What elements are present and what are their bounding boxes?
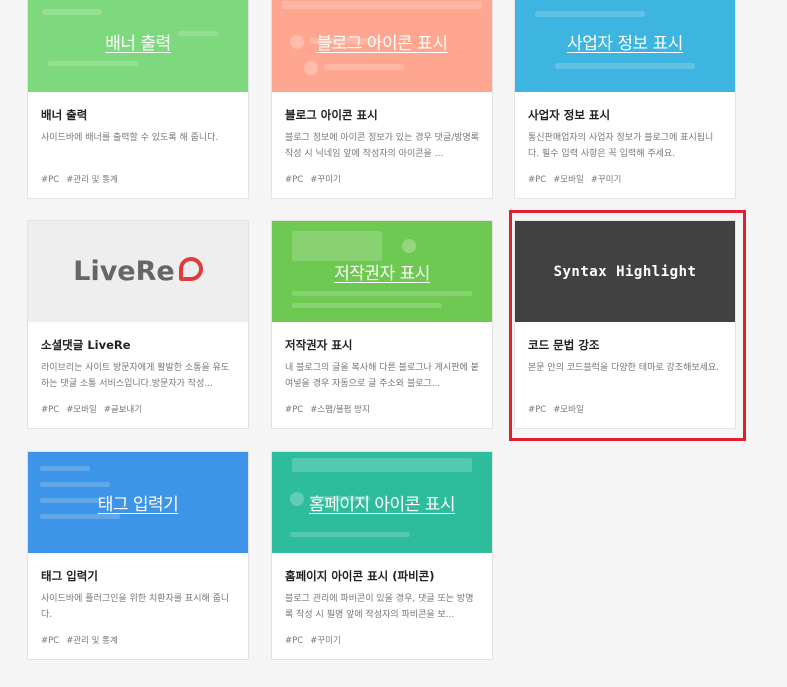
tag[interactable]: #PC (41, 405, 59, 415)
plugin-card-tag-input[interactable]: 태그 입력기 태그 입력기 사이드바에 플러그인을 위한 치환자를 표시해 줍니… (27, 451, 249, 660)
card-thumbnail: 저작권자 표시 (272, 221, 492, 322)
card-description: 사이드바에 배너를 출력할 수 있도록 해 줍니다. (41, 133, 219, 143)
card-title: 코드 문법 강조 (528, 338, 600, 352)
tag[interactable]: #관리 및 통계 (66, 636, 118, 646)
thumbnail-label: 배너 출력 (105, 34, 171, 54)
card-thumbnail: 배너 출력 (28, 0, 248, 92)
thumbnail-label: 사업자 정보 표시 (567, 34, 683, 54)
livere-logo: LiveRe (73, 256, 203, 287)
card-description: 통신판매업자의 사업자 정보가 블로그에 표시됩니다. 필수 입력 사항은 꼭 … (528, 133, 714, 159)
card-title: 저작권자 표시 (285, 338, 353, 352)
card-thumbnail: Syntax Highlight (515, 221, 735, 322)
card-description: 본문 안의 코드블럭을 다양한 테마로 강조해보세요. (528, 363, 720, 373)
card-title: 홈페이지 아이콘 표시 (파비콘) (285, 569, 435, 583)
tag[interactable]: #모바일 (553, 405, 584, 415)
thumbnail-label: 홈페이지 아이콘 표시 (308, 495, 456, 515)
card-tags: #PC #관리 및 통계 (41, 173, 125, 185)
card-thumbnail: 사업자 정보 표시 (515, 0, 735, 92)
plugin-card-syntax-highlight[interactable]: Syntax Highlight 코드 문법 강조 본문 안의 코드블럭을 다양… (514, 220, 736, 429)
thumbnail-label: 저작권자 표시 (334, 264, 430, 284)
livere-logo-text: LiveRe (73, 256, 175, 287)
plugin-card-copyright[interactable]: 저작권자 표시 저작권자 표시 내 블로그의 글을 복사해 다른 블로그나 게시… (271, 220, 493, 429)
tag[interactable]: #모바일 (553, 175, 584, 185)
card-title: 배너 출력 (41, 108, 88, 122)
tag[interactable]: #꾸미기 (591, 175, 622, 185)
card-description: 사이드바에 플러그인을 위한 치환자를 표시해 줍니다. (41, 594, 230, 620)
speech-bubble-icon (178, 256, 203, 281)
tag[interactable]: #PC (41, 636, 59, 646)
thumbnail-label: 태그 입력기 (97, 495, 179, 515)
tag[interactable]: #글보내기 (104, 405, 142, 415)
plugin-card-blog-icon[interactable]: 블로그 아이콘 표시 블로그 아이콘 표시 블로그 정보에 아이콘 정보가 있는… (271, 0, 493, 199)
plugin-card-banner[interactable]: 배너 출력 배너 출력 사이드바에 배너를 출력할 수 있도록 해 줍니다. #… (27, 0, 249, 199)
tag[interactable]: #꾸미기 (310, 636, 341, 646)
card-title: 태그 입력기 (41, 569, 98, 583)
thumbnail-label: 블로그 아이콘 표시 (316, 34, 448, 54)
card-title: 사업자 정보 표시 (528, 108, 611, 122)
card-description: 블로그 관리에 파비콘이 있을 경우, 댓글 또는 방명록 작성 시 필명 앞에… (285, 594, 474, 620)
tag[interactable]: #꾸미기 (310, 175, 341, 185)
card-description: 블로그 정보에 아이콘 정보가 있는 경우 댓글/방명록 작성 시 닉네임 앞에… (285, 133, 480, 159)
tag[interactable]: #모바일 (66, 405, 97, 415)
plugin-card-livere[interactable]: LiveRe 소셜댓글 LiveRe 라이브리는 사이트 방문자에게 활발한 소… (27, 220, 249, 429)
card-thumbnail: 블로그 아이콘 표시 (272, 0, 492, 92)
card-thumbnail: 태그 입력기 (28, 452, 248, 553)
card-tags: #PC #모바일 #글보내기 (41, 403, 149, 415)
tag[interactable]: #PC (285, 175, 303, 185)
card-tags: #PC #꾸미기 (285, 173, 348, 185)
card-title: 블로그 아이콘 표시 (285, 108, 378, 122)
card-tags: #PC #모바일 #꾸미기 (528, 173, 628, 185)
card-thumbnail: LiveRe (28, 221, 248, 322)
card-tags: #PC #관리 및 통계 (41, 634, 125, 646)
card-description: 라이브리는 사이트 방문자에게 활발한 소통을 유도하는 댓글 소통 서비스입니… (41, 363, 230, 389)
tag[interactable]: #PC (285, 636, 303, 646)
thumbnail-label: Syntax Highlight (553, 263, 697, 280)
card-thumbnail: 홈페이지 아이콘 표시 (272, 452, 492, 553)
tag[interactable]: #PC (41, 175, 59, 185)
card-description: 내 블로그의 글을 복사해 다른 블로그나 게시판에 붙여넣을 경우 자동으로 … (285, 363, 479, 389)
tag[interactable]: #스팸/불펌 방지 (310, 405, 370, 415)
tag[interactable]: #PC (528, 175, 546, 185)
card-tags: #PC #모바일 (528, 403, 591, 415)
card-tags: #PC #스팸/불펌 방지 (285, 403, 377, 415)
tag[interactable]: #관리 및 통계 (66, 175, 118, 185)
plugin-card-business-info[interactable]: 사업자 정보 표시 사업자 정보 표시 통신판매업자의 사업자 정보가 블로그에… (514, 0, 736, 199)
tag[interactable]: #PC (528, 405, 546, 415)
card-title: 소셜댓글 LiveRe (41, 338, 131, 352)
plugin-card-favicon[interactable]: 홈페이지 아이콘 표시 홈페이지 아이콘 표시 (파비콘) 블로그 관리에 파비… (271, 451, 493, 660)
tag[interactable]: #PC (285, 405, 303, 415)
card-tags: #PC #꾸미기 (285, 634, 348, 646)
